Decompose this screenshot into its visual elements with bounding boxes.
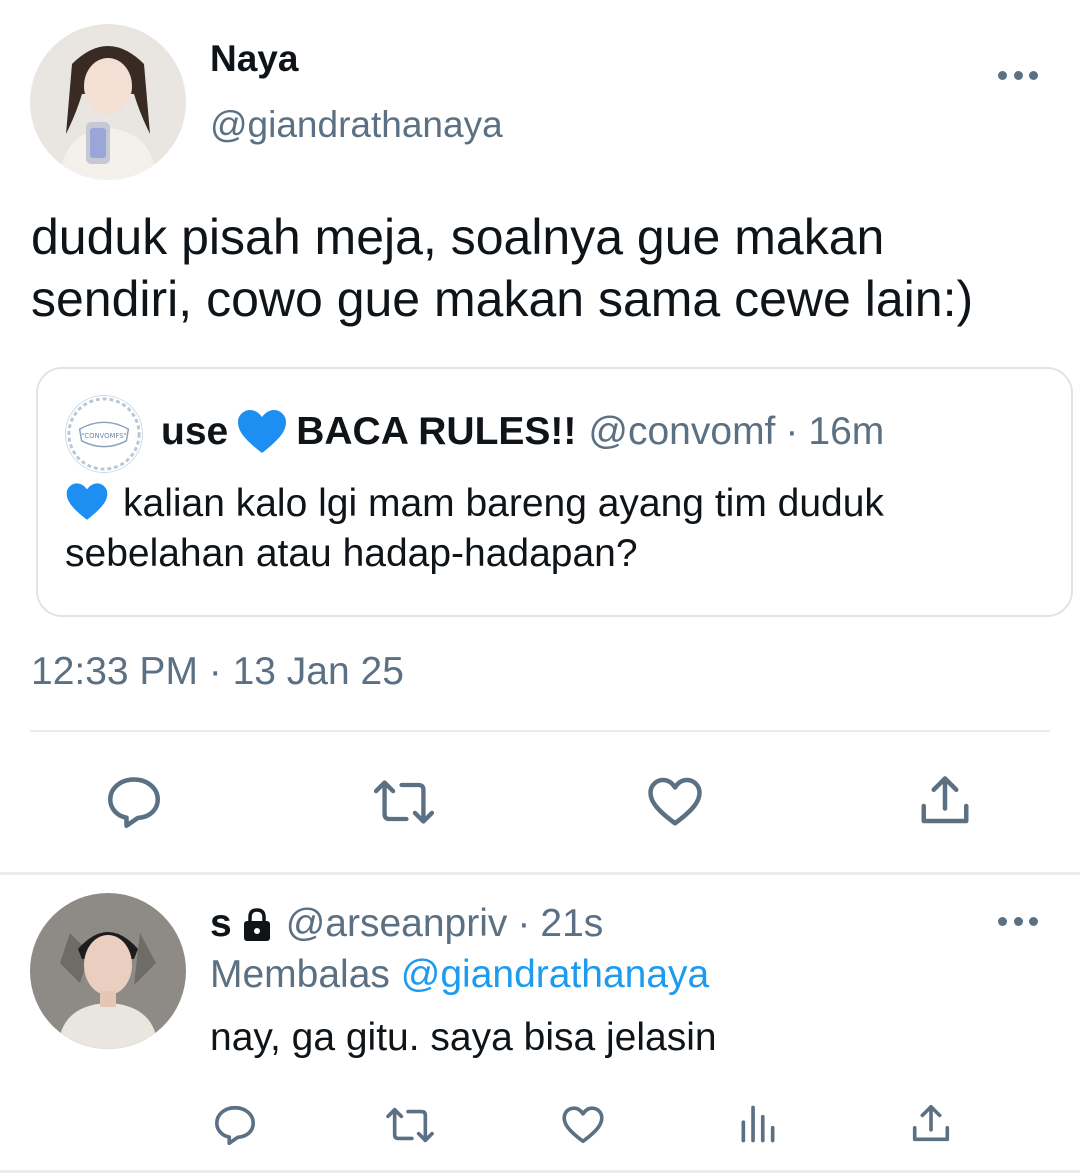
- divider: [30, 730, 1050, 732]
- retweet-icon[interactable]: [370, 772, 438, 832]
- reply-header: s @arseanpriv · 21s: [210, 902, 603, 946]
- quoted-text-block: kalian kalo lgi mam bareng ayang tim dud…: [65, 479, 1045, 579]
- tweet-timestamp[interactable]: 12:33 PM · 13 Jan 25: [31, 650, 404, 694]
- divider: [0, 872, 1080, 875]
- quoted-text: kalian kalo lgi mam bareng ayang tim dud…: [65, 482, 884, 575]
- like-icon[interactable]: [645, 772, 705, 832]
- quoted-header: use BACA RULES!! @convomf · 16m: [161, 409, 884, 455]
- reply-author-handle[interactable]: @arseanpriv: [286, 902, 508, 946]
- author-name[interactable]: Naya: [210, 38, 298, 80]
- reply-icon[interactable]: [212, 1102, 258, 1148]
- retweet-icon[interactable]: [383, 1102, 437, 1148]
- separator-dot: ·: [785, 410, 799, 453]
- author-avatar[interactable]: [30, 24, 186, 180]
- svg-text:"CONVOMFS": "CONVOMFS": [81, 432, 126, 440]
- replying-prefix: Membalas: [210, 953, 390, 996]
- quoted-time: 16m: [808, 410, 885, 453]
- reply-text: nay, ga gitu. saya bisa jelasin: [210, 1016, 717, 1059]
- reply-icon[interactable]: [104, 772, 164, 832]
- quoted-tweet-card[interactable]: "CONVOMFS" use BACA RULES!! @convomf · 1…: [36, 367, 1073, 617]
- quoted-author-name-prefix: use: [161, 410, 229, 453]
- tweet-detail-page: Naya @giandrathanaya duduk pisah meja, s…: [0, 0, 1080, 1173]
- more-options-icon[interactable]: [998, 68, 1038, 82]
- replying-to-line: Membalas @giandrathanaya: [210, 953, 709, 997]
- quoted-author-avatar[interactable]: "CONVOMFS": [65, 395, 143, 473]
- quoted-author-name-suffix: BACA RULES!!: [296, 410, 577, 453]
- stats-icon[interactable]: [736, 1102, 780, 1146]
- reply-author-avatar[interactable]: [30, 893, 186, 1049]
- author-handle[interactable]: @giandrathanaya: [210, 104, 503, 146]
- lock-icon: [242, 906, 272, 942]
- quoted-author-handle: @convomf: [588, 410, 776, 453]
- tweet-text: duduk pisah meja, soalnya gue makan send…: [31, 209, 974, 327]
- replying-to-handle-link[interactable]: @giandrathanaya: [401, 953, 709, 996]
- share-icon[interactable]: [908, 1100, 954, 1148]
- like-icon[interactable]: [560, 1102, 606, 1148]
- share-icon[interactable]: [915, 770, 975, 832]
- reply-author-name[interactable]: s: [210, 902, 232, 946]
- blue-heart-emoji-icon: [65, 482, 109, 522]
- reply-time: 21s: [540, 902, 604, 945]
- separator-dot: ·: [517, 902, 531, 945]
- blue-heart-emoji-icon: [236, 409, 288, 455]
- more-options-icon[interactable]: [998, 914, 1038, 928]
